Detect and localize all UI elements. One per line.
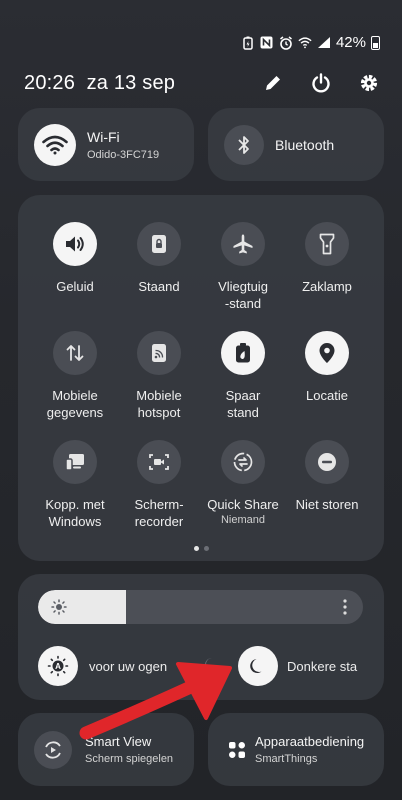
tile-label: Locatie (306, 388, 348, 403)
wifi-icon (298, 36, 312, 50)
battery-saver-icon (241, 36, 255, 50)
tile-volume[interactable]: Geluid (29, 222, 121, 295)
dark-mode-label: Donkere sta (287, 658, 358, 674)
tile-do-not-disturb[interactable]: Niet storen (281, 440, 373, 513)
tile-screen-recorder[interactable]: Scherm- recorder (113, 440, 205, 530)
tile-airplane[interactable]: Vliegtuig -stand (197, 222, 289, 312)
page-dot-1 (193, 546, 199, 551)
screen-recorder-icon[interactable] (137, 440, 181, 484)
hotspot-icon[interactable] (137, 331, 181, 375)
tile-sublabel: Niemand (220, 514, 266, 526)
location-icon[interactable] (305, 331, 349, 375)
edit-icon[interactable] (260, 70, 286, 96)
scroll-divider (205, 658, 212, 672)
device-control-title: Apparaatbediening (255, 734, 365, 749)
link-windows-icon[interactable] (53, 440, 97, 484)
brightness-slider[interactable] (38, 590, 363, 624)
tile-label: Staand (138, 279, 180, 294)
more-options-icon[interactable] (343, 599, 347, 620)
dark-mode-toggle[interactable]: Donkere sta (238, 646, 360, 686)
battery-percent: 42% (335, 34, 366, 51)
eye-comfort-label: voor uw ogen (89, 658, 168, 674)
smart-view-tile[interactable]: Smart View Scherm spiegelen (18, 713, 194, 786)
tile-label: Kopp. met Windows (45, 497, 105, 529)
smart-view-title: Smart View (85, 734, 152, 749)
wifi-tile[interactable]: Wi-Fi Odido-3FC719 (18, 108, 194, 181)
do-not-disturb-icon[interactable] (305, 440, 349, 484)
bluetooth-tile[interactable]: Bluetooth (208, 108, 384, 181)
tile-mobile-data[interactable]: Mobiele gegevens (29, 331, 121, 421)
eye-comfort-toggle[interactable]: A voor uw ogen (38, 646, 167, 686)
tile-power-saving[interactable]: Spaar stand (197, 331, 289, 421)
brightness-sun-icon (51, 599, 67, 620)
power-icon[interactable] (308, 70, 334, 96)
settings-icon[interactable] (356, 70, 382, 96)
signal-icon (317, 36, 331, 50)
tile-quick-share[interactable]: Quick Share Niemand (197, 440, 289, 527)
wifi-network-name: Odido-3FC719 (87, 148, 160, 161)
tile-label: Quick Share (207, 497, 279, 512)
tile-label: Geluid (56, 279, 94, 294)
nfc-icon (260, 36, 274, 50)
tile-link-windows[interactable]: Kopp. met Windows (29, 440, 121, 530)
tile-rotation-lock[interactable]: Staand (113, 222, 205, 295)
tile-label: Mobiele hotspot (136, 388, 182, 420)
power-saving-icon[interactable] (221, 331, 265, 375)
tile-hotspot[interactable]: Mobiele hotspot (113, 331, 205, 421)
eye-comfort-icon[interactable]: A (38, 646, 78, 686)
device-control-tile[interactable]: Apparaatbediening SmartThings (208, 713, 384, 786)
flashlight-icon[interactable] (305, 222, 349, 266)
tile-label: Mobiele gegevens (46, 388, 104, 420)
airplane-icon[interactable] (221, 222, 265, 266)
quick-share-icon[interactable] (221, 440, 265, 484)
device-control-icon (228, 741, 246, 759)
clock-date: 20:26 za 13 sep (24, 72, 175, 95)
tile-label: Vliegtuig -stand (218, 279, 268, 311)
status-bar: 42% (241, 34, 380, 51)
tile-location[interactable]: Locatie (281, 331, 373, 404)
clock-date-text: za 13 sep (86, 71, 176, 94)
tile-label: Zaklamp (302, 279, 352, 294)
rotation-lock-icon[interactable] (137, 222, 181, 266)
bluetooth-icon[interactable] (224, 124, 264, 165)
quick-panel-header: 20:26 za 13 sep (24, 70, 382, 96)
volume-icon[interactable] (53, 222, 97, 266)
tile-label: Scherm- recorder (134, 497, 184, 529)
tile-flashlight[interactable]: Zaklamp (281, 222, 373, 295)
device-control-sub: SmartThings (255, 753, 318, 765)
page-indicator (0, 546, 402, 551)
wifi-title: Wi-Fi (87, 128, 120, 145)
smart-view-icon[interactable] (34, 730, 72, 769)
svg-text:A: A (55, 662, 61, 671)
mobile-data-icon[interactable] (53, 331, 97, 375)
tile-label: Spaar stand (225, 388, 261, 420)
battery-icon (371, 35, 380, 50)
clock-time: 20:26 (24, 71, 76, 94)
smart-view-sub: Scherm spiegelen (85, 753, 174, 765)
page-dot-2 (203, 546, 209, 551)
wifi-toggle-icon[interactable] (34, 123, 76, 166)
bluetooth-title: Bluetooth (275, 136, 335, 153)
moon-icon[interactable] (238, 646, 278, 686)
alarm-icon (279, 35, 293, 50)
tile-label: Niet storen (295, 497, 359, 512)
